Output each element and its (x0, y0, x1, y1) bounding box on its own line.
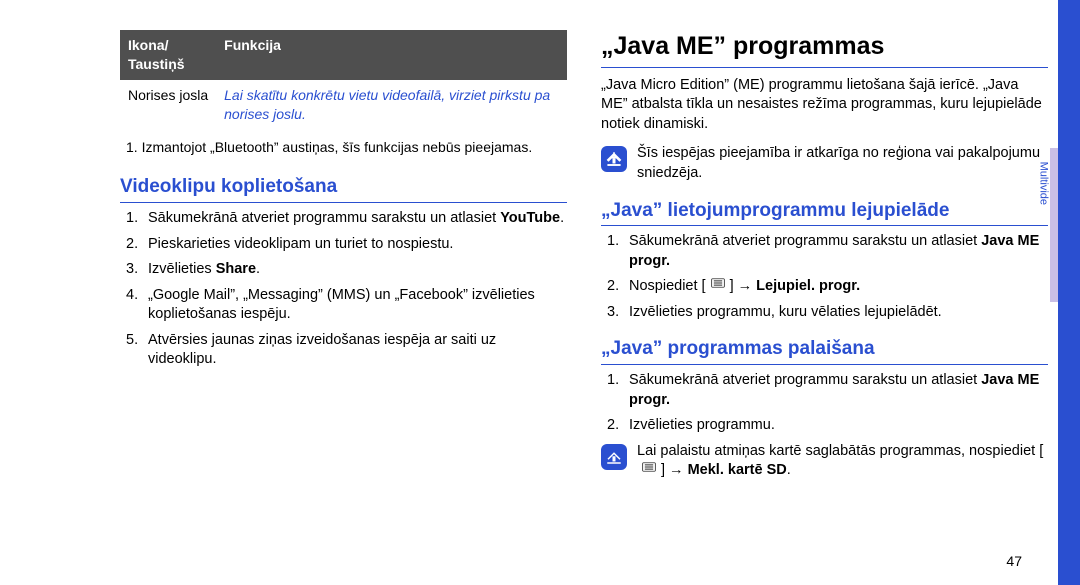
left-column: Ikona/ Taustiņš Funkcija Norises josla L… (120, 30, 567, 571)
note-icon (601, 444, 627, 470)
cell-function: Lai skatītu konkrētu vietu videofailā, v… (216, 80, 567, 130)
section-heading-javalaunch: „Java” programmas palaišana (601, 336, 1048, 365)
table-row: Norises josla Lai skatītu konkrētu vietu… (120, 80, 567, 130)
side-tab-accent (1050, 148, 1058, 302)
videoshare-steps: Sākumekrānā atveriet programmu sarakstu … (120, 209, 567, 370)
cell-icon: Norises josla (120, 80, 216, 130)
tip-text: Lai palaistu atmiņas kartē saglabātās pr… (637, 442, 1048, 481)
list-item: Sākumekrānā atveriet programmu sarakstu … (601, 371, 1048, 410)
table-header-function: Funkcija (216, 30, 567, 80)
page-number: 47 (1006, 552, 1022, 571)
list-item: Pieskarieties videoklipam un turiet to n… (120, 235, 567, 255)
icon-function-table: Ikona/ Taustiņš Funkcija Norises josla L… (120, 30, 567, 130)
page-content: Ikona/ Taustiņš Funkcija Norises josla L… (0, 0, 1080, 585)
side-tab-blue (1058, 0, 1080, 585)
list-item: Nospiediet [] → Lejupiel. progr. (601, 277, 1048, 297)
list-item: Izvēlieties programmu, kuru vēlaties lej… (601, 303, 1048, 323)
list-item: Izvēlieties Share. (120, 260, 567, 280)
main-heading-javame: „Java ME” programmas (601, 30, 1048, 68)
section-heading-videoshare: Videoklipu koplietošana (120, 174, 567, 203)
right-column: „Java ME” programmas „Java Micro Edition… (601, 30, 1048, 571)
tip-availability: Šīs iespējas pieejamība ir atkarīga no r… (601, 144, 1048, 183)
section-heading-javadownload: „Java” lietojumprogrammu lejupielāde (601, 198, 1048, 227)
list-item: Sākumekrānā atveriet programmu sarakstu … (120, 209, 567, 229)
side-tab-label: Multivide (1035, 162, 1050, 205)
tip-sdcard: Lai palaistu atmiņas kartē saglabātās pr… (601, 442, 1048, 481)
table-footnote: 1. Izmantojot „Bluetooth” austiņas, šīs … (120, 138, 567, 157)
javalaunch-steps: Sākumekrānā atveriet programmu sarakstu … (601, 371, 1048, 436)
menu-key-icon (637, 461, 661, 473)
list-item: Atvērsies jaunas ziņas izveidošanas iesp… (120, 331, 567, 370)
tip-text: Šīs iespējas pieejamība ir atkarīga no r… (637, 144, 1048, 183)
intro-text: „Java Micro Edition” (ME) programmu liet… (601, 76, 1048, 135)
note-icon (601, 146, 627, 172)
table-header-icon: Ikona/ Taustiņš (120, 30, 216, 80)
list-item: „Google Mail”, „Messaging” (MMS) un „Fac… (120, 286, 567, 325)
list-item: Izvēlieties programmu. (601, 416, 1048, 436)
javadownload-steps: Sākumekrānā atveriet programmu sarakstu … (601, 232, 1048, 322)
menu-key-icon (706, 277, 730, 289)
list-item: Sākumekrānā atveriet programmu sarakstu … (601, 232, 1048, 271)
